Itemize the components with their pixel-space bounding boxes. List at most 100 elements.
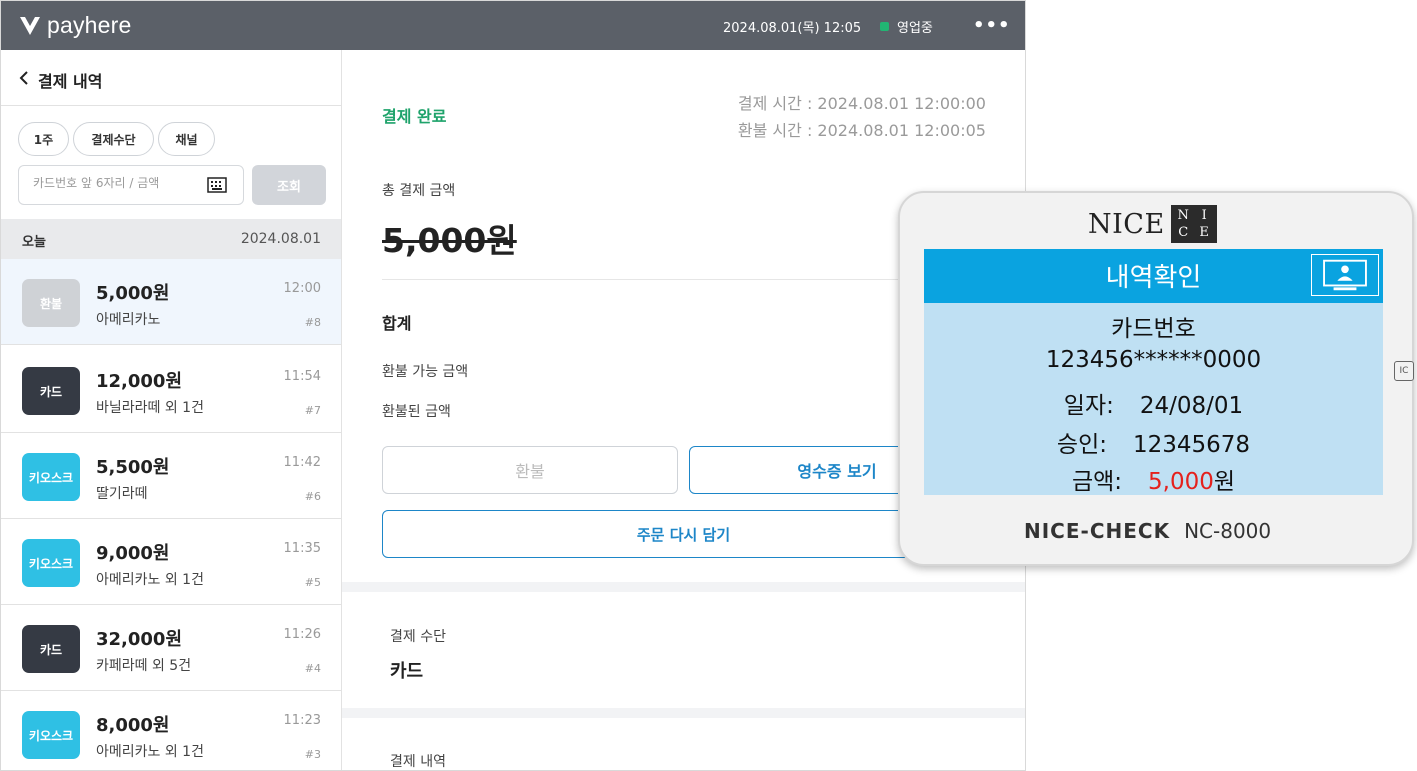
nice-logo-box: N I C E: [1170, 205, 1217, 243]
approval-row-value: 12345678: [1133, 432, 1251, 458]
transaction-items: 아메리카노: [96, 312, 161, 328]
transaction-number: #7: [304, 404, 321, 417]
brand-name: payhere: [47, 12, 132, 38]
terminal-screen: 내역확인 카드번호 123456******0000 일자: 24/08/01 승…: [924, 249, 1383, 495]
transaction-sidebar: 결제 내역 1주 결제수단 채널 조회 오늘 2024.08.01 환불: [1, 50, 342, 770]
transaction-time: 11:26: [283, 627, 321, 642]
transaction-time: 11:23: [283, 713, 321, 728]
transaction-row[interactable]: 카드 32,000원 카페라떼 외 5건 11:26 #4: [1, 605, 341, 691]
card-number-label: 카드번호: [1111, 316, 1196, 342]
transaction-items: 딸기라떼: [96, 486, 148, 502]
store-status-label: 영업중: [897, 21, 933, 36]
nice-logo-text: NICE: [1088, 208, 1165, 240]
terminal-model-number: NC-8000: [1184, 519, 1272, 543]
nice-box-letter: C: [1178, 225, 1189, 240]
paid-time: 결제 시간 : 2024.08.01 12:00:00: [737, 94, 986, 113]
divider: [382, 279, 986, 280]
kiosk-badge: 키오스크: [22, 539, 80, 587]
transaction-time: 11:54: [283, 369, 321, 384]
nice-box-letter: N: [1177, 208, 1189, 223]
search-button[interactable]: 조회: [252, 165, 326, 205]
kiosk-badge: 키오스크: [22, 711, 80, 759]
nice-box-letter: I: [1201, 208, 1207, 223]
transaction-amount: 12,000원: [96, 371, 183, 392]
refund-time: 환불 시간 : 2024.08.01 12:00:05: [737, 121, 986, 140]
transaction-amount: 5,000원: [96, 283, 170, 304]
reorder-button[interactable]: 주문 다시 담기: [382, 510, 985, 558]
more-options-icon[interactable]: •••: [973, 15, 1010, 36]
sum-label: 합계: [382, 314, 412, 333]
card-badge: 카드: [22, 367, 80, 415]
transaction-amount: 8,000원: [96, 715, 170, 736]
transaction-row[interactable]: 키오스크 8,000원 아메리카노 외 1건 11:23 #3: [1, 691, 341, 770]
amount-row-value: 5,000: [1148, 469, 1214, 495]
payment-status: 결제 완료: [382, 107, 447, 126]
search-input[interactable]: [33, 176, 203, 190]
refund-badge: 환불: [22, 279, 80, 327]
payment-method-value: 카드: [390, 661, 424, 682]
transaction-time: 11:35: [283, 541, 321, 556]
total-amount-label: 총 결제 금액: [382, 183, 456, 199]
terminal-model-name: NICE-CHECK: [1024, 519, 1171, 543]
transaction-items: 아메리카노 외 1건: [96, 572, 204, 588]
card-terminal-device: NICE N I C E 내역확인 카드번호 123456******0000 …: [898, 191, 1414, 566]
amount-row-label: 금액:: [1071, 469, 1123, 495]
filter-payment-method-chip[interactable]: 결제수단: [73, 122, 154, 156]
transaction-time: 12:00: [283, 281, 321, 296]
monitor-icon: [1311, 254, 1379, 296]
status-dot-icon: [880, 22, 889, 31]
approval-row: 승인: 12345678: [924, 425, 1383, 459]
transaction-time: 11:42: [283, 455, 321, 470]
amount-row: 금액: 5,000원: [924, 462, 1383, 496]
transaction-number: #8: [304, 316, 321, 329]
payment-history-label: 결제 내역: [390, 754, 446, 770]
pos-app-window: payhere 2024.08.01(목) 12:05 영업중 ••• 결제 내…: [0, 0, 1026, 771]
transaction-row[interactable]: 환불 5,000원 아메리카노 12:00 #8: [1, 259, 341, 345]
date-row: 일자: 24/08/01: [924, 386, 1383, 420]
nice-box-letter: E: [1199, 225, 1209, 240]
transaction-row[interactable]: 키오스크 9,000원 아메리카노 외 1건 11:35 #5: [1, 519, 341, 605]
header-datetime: 2024.08.01(목) 12:05: [723, 21, 862, 36]
amount-row-unit: 원: [1213, 469, 1236, 495]
transaction-row[interactable]: 키오스크 5,500원 딸기라떼 11:42 #6: [1, 433, 341, 519]
transaction-items: 카페라떼 외 5건: [96, 658, 192, 674]
transaction-amount: 32,000원: [96, 629, 183, 650]
section-divider: [342, 582, 1025, 592]
transaction-items: 아메리카노 외 1건: [96, 744, 204, 760]
sidebar-title: 결제 내역: [38, 72, 103, 91]
refundable-amount-label: 환불 가능 금액: [382, 364, 469, 380]
date-row-value: 24/08/01: [1139, 393, 1244, 419]
transaction-number: #4: [304, 662, 321, 675]
nice-logo: NICE N I C E: [1088, 205, 1217, 243]
sidebar-header: 결제 내역: [1, 50, 341, 106]
store-status: 영업중: [880, 17, 933, 36]
section-divider: [342, 708, 1025, 718]
payment-times: 결제 시간 : 2024.08.01 12:00:00 환불 시간 : 2024…: [738, 90, 986, 144]
brand-logo: payhere: [19, 12, 132, 39]
transaction-number: #5: [304, 576, 321, 589]
payhere-logo-icon: [20, 16, 40, 35]
total-amount-value: 5,000원: [382, 221, 517, 260]
transaction-amount: 5,500원: [96, 457, 170, 478]
date-row-label: 일자:: [1063, 393, 1114, 419]
date-group-header: 오늘 2024.08.01: [1, 219, 341, 259]
kiosk-badge: 키오스크: [22, 453, 80, 501]
approval-row-label: 승인:: [1056, 432, 1107, 458]
transaction-items: 바닐라라떼 외 1건: [96, 400, 204, 416]
card-number-value: 123456******0000: [1045, 347, 1262, 373]
transaction-row[interactable]: 카드 12,000원 바닐라라떼 외 1건 11:54 #7: [1, 347, 341, 433]
keyboard-icon[interactable]: [207, 177, 227, 193]
card-badge: 카드: [22, 625, 80, 673]
search-box: [18, 165, 244, 205]
transaction-number: #6: [304, 490, 321, 503]
filter-period-chip[interactable]: 1주: [18, 122, 69, 156]
refunded-amount-label: 환불된 금액: [382, 404, 451, 420]
transaction-number: #3: [304, 748, 321, 761]
back-chevron-icon[interactable]: [17, 68, 31, 88]
date-group-date: 2024.08.01: [240, 231, 321, 247]
filter-channel-chip[interactable]: 채널: [158, 122, 215, 156]
top-bar: payhere 2024.08.01(목) 12:05 영업중 •••: [1, 1, 1025, 50]
ic-card-slot-icon: IC: [1394, 361, 1414, 381]
transaction-amount: 9,000원: [96, 543, 170, 564]
refund-button[interactable]: 환불: [382, 446, 678, 494]
